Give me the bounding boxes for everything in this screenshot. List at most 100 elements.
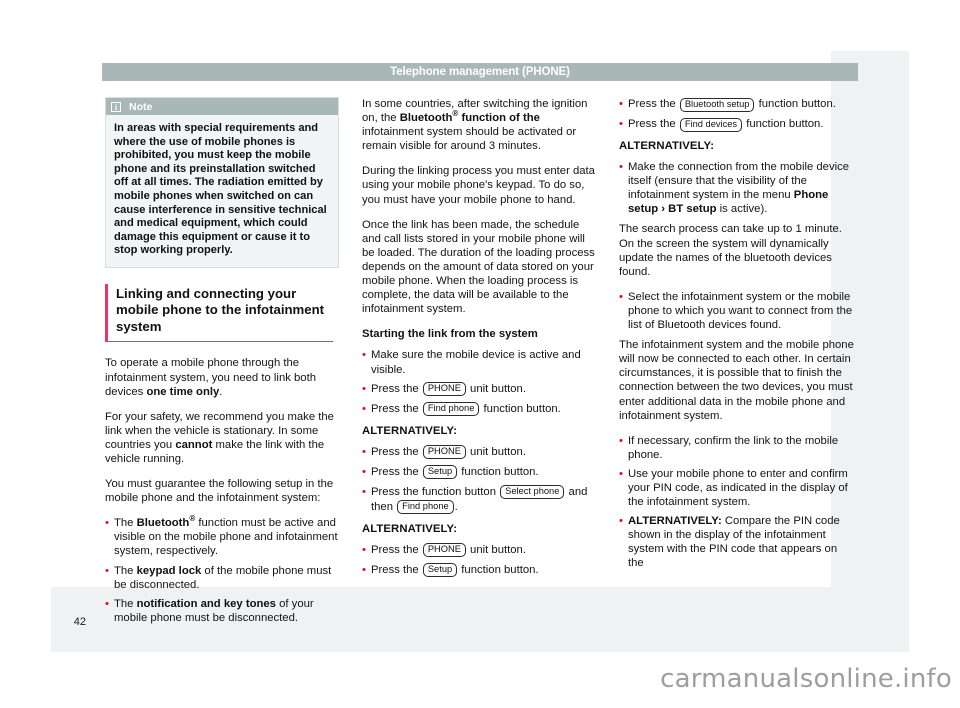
list-item: • Press the Bluetooth setup function butt… [619,97,855,112]
bullet-list-mobile-connection: • Make the connection from the mobile dev… [619,160,855,216]
bullet-list-alt-2: • Press the PHONE unit button. • Press the… [362,543,598,578]
note-title: Note [129,100,153,113]
key-phone-button[interactable]: PHONE [422,543,466,558]
list-item: • The Bluetooth® function must be active … [105,515,341,558]
text-run: . [454,500,458,513]
bullet-list-select-device: • Select the infotainment system or the m… [619,290,855,332]
text-run: Use your mobile phone to enter and confi… [628,467,848,509]
emphasis-bluetooth: Bluetooth [136,517,190,530]
key-phone-button[interactable]: PHONE [422,445,466,460]
list-item: • If necessary, confirm the link to the m… [619,434,855,462]
text-run: function button. [743,118,824,130]
key-select-phone-button[interactable]: Select phone [500,485,565,500]
bullet-dot-icon: • [619,118,623,130]
note-body: In areas with special requirements and w… [106,115,338,267]
emphasis-one-time-only: one time only [146,385,220,398]
bullet-list-requirements: • The Bluetooth® function must be active … [105,515,341,625]
text-run: The [114,597,137,610]
key-find-phone-button[interactable]: Find phone [422,402,480,417]
list-item: • Press the PHONE unit button. [362,445,598,460]
bullet-dot-icon: • [362,563,366,576]
page-number: 42 [73,616,86,628]
info-icon: i [111,101,121,112]
bullet-dot-icon: • [362,349,366,362]
paragraph-search-process: The search process can take up to 1 minu… [619,223,842,278]
bullet-dot-icon: • [362,382,366,395]
list-item: • Press the Find devices function button. [619,117,855,132]
bullet-list-alt-1: • Press the PHONE unit button. • Press the… [362,445,598,515]
paragraph-operate-mobile: To operate a mobile phone through the in… [105,356,341,398]
emphasis-alternatively: ALTERNATIVELY: [628,515,722,528]
key-setup-button[interactable]: Setup [422,465,458,480]
list-item: • Make sure the mobile device is active a… [362,348,598,376]
bullet-dot-icon: • [105,564,109,577]
text-run: unit button. [466,445,526,458]
list-item: • The notification and key tones of your … [105,597,341,625]
bullet-dot-icon: • [619,434,623,447]
paragraph-ignition-bluetooth: In some countries, after switching the i… [362,97,598,153]
bullet-dot-icon: • [362,465,366,478]
list-item: • The keypad lock of the mobile phone mus… [105,564,341,592]
text-run: The [114,517,137,530]
emphasis-function-of-the: function of the [458,112,540,125]
bullet-dot-icon: • [619,467,623,480]
bullet-list-bluetooth-setup: • Press the Bluetooth setup function butt… [619,97,855,132]
text-run: is active). [716,203,768,216]
column-1: i Note In areas with special requirement… [105,97,341,632]
menu-path-bt-setup: BT setup [668,203,717,216]
text-run: If necessary, confirm the link to the mo… [628,434,839,461]
paragraph-linking-keypad: During the linking process you must ente… [362,165,595,206]
list-item: • Press the PHONE unit button. [362,382,598,397]
text-run: Press the [371,445,422,458]
running-header-bar: Telephone management (PHONE) [102,63,858,81]
bullet-dot-icon: • [362,445,366,458]
alternatively-heading-3: ALTERNATIVELY: [619,140,715,152]
text-run: The [114,564,137,577]
text-run: infotainment system should be activated … [362,126,577,153]
text-run: . [219,385,223,398]
site-watermark: carmanualsonline.info [660,664,952,694]
paragraph-loading-process: Once the link has been made, the schedul… [362,218,595,316]
section-heading: Linking and connecting your mobile phone… [105,283,333,343]
text-run: function button. [755,98,836,110]
bullet-dot-icon: • [619,98,623,110]
paragraph-setup-guarantee: You must guarantee the following setup i… [105,478,334,505]
emphasis-keypad-lock: keypad lock [136,564,202,577]
note-callout: i Note In areas with special requirement… [105,97,339,268]
bullet-dot-icon: • [362,402,366,415]
bullet-dot-icon: • [105,597,109,610]
note-header: i Note [106,98,338,115]
bullet-dot-icon: • [362,485,366,498]
list-item: • Press the function button Select phone … [362,485,598,515]
emphasis-cannot: cannot [175,438,213,451]
text-run: Press the [628,118,679,130]
text-run: Press the [371,563,422,576]
key-setup-button[interactable]: Setup [422,563,458,578]
key-find-phone-button[interactable]: Find phone [397,500,454,515]
key-bluetooth-setup-button[interactable]: Bluetooth setup [679,97,755,112]
list-item: • ALTERNATIVELY: Compare the PIN code sho… [619,514,855,570]
text-run: function button. [458,563,539,576]
text-run: Select the infotainment system or the mo… [628,290,853,332]
list-item: • Make the connection from the mobile dev… [619,160,855,216]
alternatively-heading-2: ALTERNATIVELY: [362,522,458,535]
list-item: • Press the Find phone function button. [362,402,598,417]
key-find-devices-button[interactable]: Find devices [679,117,743,132]
bullet-dot-icon: • [362,543,366,556]
page-title: Telephone management (PHONE) [390,66,570,78]
list-item: • Press the Setup function button. [362,563,598,578]
emphasis-bluetooth: Bluetooth [399,112,453,125]
list-item: • Press the PHONE unit button. [362,543,598,558]
bullet-dot-icon: • [619,290,623,303]
bullet-dot-icon: • [105,517,109,530]
text-run: Press the [371,382,422,395]
text-run: Press the [371,402,422,415]
key-phone-button[interactable]: PHONE [422,382,466,397]
text-run: Press the [371,465,422,478]
text-run: unit button. [466,543,526,556]
text-run: function button. [480,402,561,415]
text-run: unit button. [466,382,526,395]
emphasis-notification-key-tones: notification and key tones [136,597,276,610]
content-columns: i Note In areas with special requirement… [105,97,855,632]
bullet-dot-icon: • [619,515,623,528]
